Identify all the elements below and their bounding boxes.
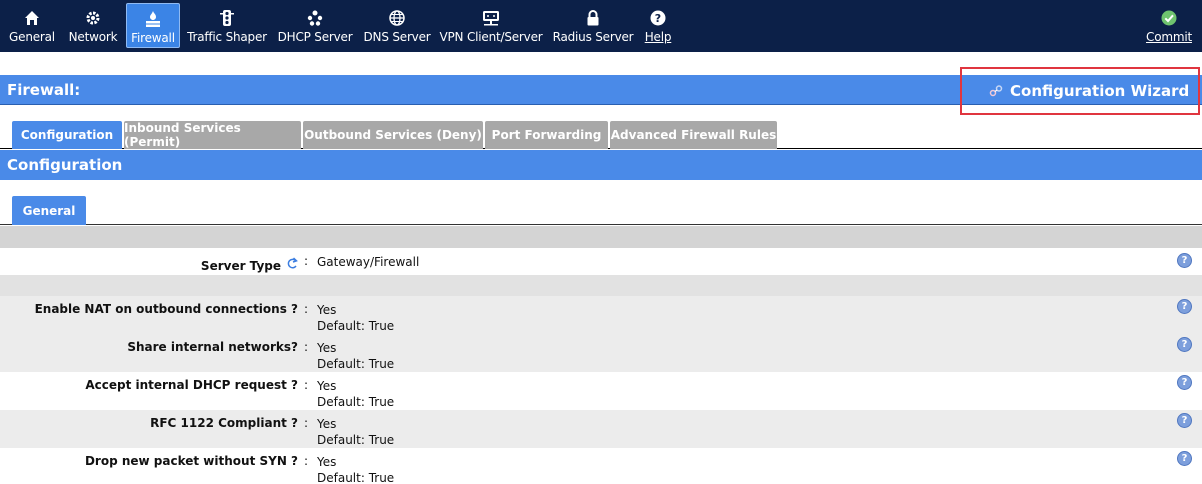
row-label: Share internal networks? [127,340,298,354]
row-colon: : [304,254,309,268]
section-header: Configuration [0,150,1202,180]
question-icon: ? [648,8,668,28]
row-value: Gateway/Firewall [317,255,420,269]
row-default: Default: True [317,471,395,484]
gear-icon [83,8,103,28]
commit-label: Commit [1146,30,1192,44]
row-value: Yes [317,455,337,469]
nav-help[interactable]: ? Help [643,3,673,48]
row-label: Enable NAT on outbound connections ? [34,302,298,316]
traffic-light-icon [217,8,237,28]
lock-icon [583,8,603,28]
row-colon: : [304,454,309,468]
nav-label: Network [68,30,118,44]
nav-dhcp-server[interactable]: DHCP Server [277,3,353,48]
row-colon: : [304,302,309,316]
nav-label: Radius Server [552,30,634,44]
help-icon[interactable]: ? [1177,253,1192,268]
row-default: Default: True [317,319,395,333]
network-nodes-icon [305,8,325,28]
wizard-icon [989,85,1003,97]
row-default: Default: True [317,395,395,409]
help-icon[interactable]: ? [1177,451,1192,466]
help-icon[interactable]: ? [1177,413,1192,428]
row-value-block: Yes Default: True [317,302,394,334]
globe-icon [387,8,407,28]
sub-tabs: General [0,196,1202,225]
tab-configuration[interactable]: Configuration [12,121,122,149]
row-label-text: Server Type [200,258,281,273]
form-row-share-internal-networks: Share internal networks? : Yes Default: … [0,334,1202,372]
tab-advanced-firewall-rules[interactable]: Advanced Firewall Rules [610,121,777,149]
row-value-block: Yes Default: True [317,340,394,372]
tab-label: Port Forwarding [491,128,602,142]
top-navigation-bar: General Network Firewall Traffic Shaper … [0,0,1202,52]
help-icon[interactable]: ? [1177,337,1192,352]
subtab-general[interactable]: General [12,196,86,225]
main-tabs: Configuration Inbound Services (Permit) … [0,121,1202,149]
row-value: Yes [317,303,337,317]
nav-vpn-client-server[interactable]: VPN Client/Server [439,3,543,48]
section-divider [0,226,1202,248]
tab-port-forwarding[interactable]: Port Forwarding [485,121,608,149]
page-title: Firewall: [7,81,81,99]
row-label: Server Type [201,257,298,274]
nav-dns-server[interactable]: DNS Server [363,3,431,48]
help-icon[interactable]: ? [1177,375,1192,390]
nav-label: VPN Client/Server [439,30,543,44]
row-default: Default: True [317,357,395,371]
subtab-label: General [22,203,76,218]
row-label: Accept internal DHCP request ? [85,378,298,392]
section-title: Configuration [7,156,123,174]
row-label: Drop new packet without SYN ? [84,454,298,468]
home-icon [22,8,42,28]
svg-text:?: ? [655,12,661,25]
row-default: Default: True [317,433,395,447]
form-row-drop-without-syn: Drop new packet without SYN ? : Yes Defa… [0,448,1202,484]
tab-outbound-services[interactable]: Outbound Services (Deny) [303,121,483,149]
form-row-enable-nat: Enable NAT on outbound connections ? : Y… [0,296,1202,334]
row-label: RFC 1122 Compliant ? [150,416,298,430]
form-row-server-type: Server Type : Gateway/Firewall ? [0,248,1202,275]
row-value: Yes [317,341,337,355]
wizard-label: Configuration Wizard [1010,82,1190,100]
check-circle-icon [1159,8,1179,28]
nav-radius-server[interactable]: Radius Server [552,3,634,48]
tab-label: Advanced Firewall Rules [610,128,777,142]
nav-label: DNS Server [363,30,431,44]
row-value-block: Yes Default: True [317,454,394,484]
row-value-block: Yes Default: True [317,416,394,448]
nav-label: Traffic Shaper [187,30,267,44]
form-row-rfc-1122: RFC 1122 Compliant ? : Yes Default: True… [0,410,1202,448]
tab-inbound-services[interactable]: Inbound Services (Permit) [124,121,301,149]
nav-commit[interactable]: Commit [1145,3,1193,48]
form-row-accept-dhcp: Accept internal DHCP request ? : Yes Def… [0,372,1202,410]
row-value: Yes [317,417,337,431]
row-colon: : [304,416,309,430]
nav-firewall[interactable]: Firewall [126,3,180,48]
nav-label: Help [644,30,672,44]
configuration-wizard-button[interactable]: Configuration Wizard [988,80,1189,102]
tab-label: Inbound Services (Permit) [124,121,241,149]
tab-label: Configuration [20,128,114,142]
nav-traffic-shaper[interactable]: Traffic Shaper [187,3,267,48]
row-value: Yes [317,379,337,393]
nav-general[interactable]: General [8,3,56,48]
row-colon: : [304,340,309,354]
nav-label: DHCP Server [277,30,353,44]
tab-label: Outbound Services (Deny) [304,128,482,142]
nav-network[interactable]: Network [68,3,118,48]
refresh-icon[interactable] [286,257,298,274]
help-icon[interactable]: ? [1177,299,1192,314]
nav-label: Firewall [131,31,175,45]
firewall-icon [143,9,163,29]
row-spacer [0,275,1202,296]
nav-label: General [9,30,55,44]
row-value-block: Yes Default: True [317,378,394,410]
row-colon: : [304,378,309,392]
monitor-network-icon [481,8,501,28]
